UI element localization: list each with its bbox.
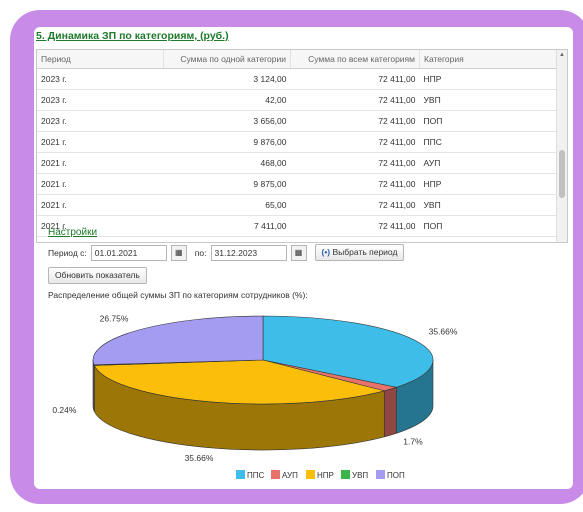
radio-signal-icon: (•)	[321, 247, 331, 257]
pie-chart-svg: 35.66%1.7%35.66%0.24%26.75%ППС АУП НПР УВП П…	[52, 313, 458, 480]
slice-label: 35.66%	[429, 327, 458, 337]
cell-period: 2023 г.	[37, 110, 164, 132]
cell-category: ПОП	[419, 215, 557, 237]
cell-category: УВП	[419, 194, 557, 216]
table-row[interactable]: 2021 г. 9 875,00 72 411,00 НПР	[37, 173, 557, 195]
legend-swatch-УВП	[341, 470, 350, 479]
cell-sum-all: 72 411,00	[290, 68, 420, 90]
cell-sum-all: 72 411,00	[290, 215, 420, 237]
salary-table: Период Сумма по одной категории Сумма по…	[36, 49, 568, 243]
period-from-input[interactable]: 01.01.2021	[90, 244, 167, 261]
slice-label: 35.66%	[185, 453, 214, 463]
refresh-button[interactable]: Обновить показатель	[48, 267, 147, 284]
cell-category: ППС	[419, 131, 557, 153]
column-header-sum-one[interactable]: Сумма по одной категории	[163, 50, 291, 69]
select-period-button[interactable]: (•) Выбрать период	[314, 244, 405, 261]
legend-label: ППС	[247, 471, 265, 480]
cell-sum-one: 65,00	[163, 194, 291, 216]
table-row[interactable]: 2021 г. 9 876,00 72 411,00 ППС	[37, 131, 557, 153]
cell-sum-all: 72 411,00	[290, 194, 420, 216]
legend-swatch-ПОП	[376, 470, 385, 479]
slice-label: 1.7%	[403, 436, 423, 446]
table-scrollbar[interactable]: ▲	[556, 50, 567, 242]
cell-category: АУП	[419, 152, 557, 174]
cell-period: 2023 г.	[37, 89, 164, 111]
period-from-label: Период с:	[48, 247, 87, 258]
cell-sum-all: 72 411,00	[290, 173, 420, 195]
column-header-sum-all[interactable]: Сумма по всем категориям	[290, 50, 420, 69]
period-to-label: по:	[194, 247, 207, 258]
select-period-label: Выбрать период	[332, 247, 398, 257]
table-row[interactable]: 2021 г. 468,00 72 411,00 АУП	[37, 152, 557, 174]
cell-sum-one: 7 411,00	[163, 215, 291, 237]
period-controls: Период с: 01.01.2021 ▦ по: 31.12.2023 ▦ …	[48, 244, 405, 261]
cell-category: НПР	[419, 68, 557, 90]
cell-sum-one: 42,00	[163, 89, 291, 111]
table-row[interactable]: 2023 г. 42,00 72 411,00 УВП	[37, 89, 557, 111]
legend-label: НПР	[317, 471, 334, 480]
cell-period: 2021 г.	[37, 173, 164, 195]
chart-legend: ППС АУП НПР УВП ПОП	[236, 470, 405, 480]
cell-sum-all: 72 411,00	[290, 131, 420, 153]
legend-swatch-ППС	[236, 470, 245, 479]
cell-sum-all: 72 411,00	[290, 89, 420, 111]
cell-category: УВП	[419, 89, 557, 111]
slice-label: 0.24%	[52, 405, 77, 415]
legend-label: УВП	[352, 471, 368, 480]
period-to-input[interactable]: 31.12.2023	[210, 244, 287, 261]
cell-sum-one: 9 876,00	[163, 131, 291, 153]
legend-label: ПОП	[387, 471, 405, 480]
cell-period: 2023 г.	[37, 68, 164, 90]
cell-sum-one: 9 875,00	[163, 173, 291, 195]
table-row[interactable]: 2023 г. 3 656,00 72 411,00 ПОП	[37, 110, 557, 132]
cell-sum-all: 72 411,00	[290, 110, 420, 132]
section-title[interactable]: 5. Динамика ЗП по категориям, (руб.)	[36, 30, 229, 42]
scroll-thumb[interactable]	[559, 150, 565, 198]
cell-period: 2021 г.	[37, 131, 164, 153]
distribution-label: Распределение общей суммы ЗП по категори…	[48, 290, 308, 300]
cell-category: НПР	[419, 173, 557, 195]
cell-category: ПОП	[419, 110, 557, 132]
legend-label: АУП	[282, 471, 298, 480]
table-row[interactable]: 2023 г. 3 124,00 72 411,00 НПР	[37, 68, 557, 90]
column-header-category[interactable]: Категория	[419, 50, 557, 69]
scroll-up-icon[interactable]: ▲	[558, 52, 566, 60]
calendar-icon[interactable]: ▦	[170, 244, 187, 261]
cell-sum-one: 3 656,00	[163, 110, 291, 132]
report-panel: 5. Динамика ЗП по категориям, (руб.) Пер…	[34, 27, 573, 489]
pie-side-ПОП	[92, 359, 95, 411]
slice-label: 26.75%	[100, 313, 129, 323]
cell-sum-one: 3 124,00	[163, 68, 291, 90]
column-header-period[interactable]: Период	[37, 50, 164, 69]
pie-side-АУП	[383, 386, 397, 438]
table-row[interactable]: 2021 г. 7 411,00 72 411,00 ПОП	[37, 215, 557, 237]
table-header-row: Период Сумма по одной категории Сумма по…	[37, 50, 557, 69]
cell-period: 2021 г.	[37, 152, 164, 174]
table-row[interactable]: 2021 г. 65,00 72 411,00 УВП	[37, 194, 557, 216]
cell-sum-one: 468,00	[163, 152, 291, 174]
cell-sum-all: 72 411,00	[290, 152, 420, 174]
settings-link[interactable]: Настройки	[48, 227, 97, 238]
legend-swatch-АУП	[271, 470, 280, 479]
legend-swatch-НПР	[306, 470, 315, 479]
cell-period: 2021 г.	[37, 194, 164, 216]
pie-slice-ПОП[interactable]	[92, 315, 264, 366]
pie-chart: 35.66% 1.7% 35.66% 0.24% 26.75% ППС АУП НПР УВП П…	[48, 302, 568, 488]
calendar-icon[interactable]: ▦	[290, 244, 307, 261]
